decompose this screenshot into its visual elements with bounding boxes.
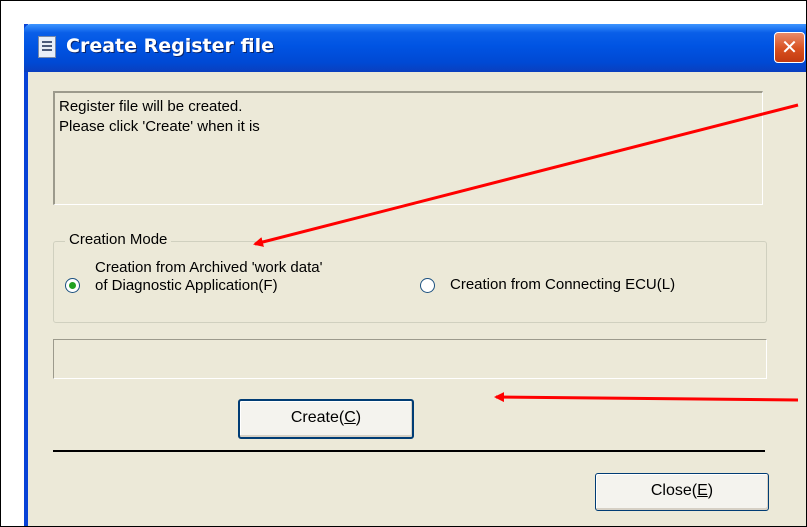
- annotation-arrow-to-create-button: [494, 392, 799, 403]
- annotation-arrows: [253, 103, 799, 403]
- annotation-arrow-to-creation-mode: [253, 103, 799, 247]
- screenshot-frame: Create Register file ✕ Register file wil…: [0, 0, 807, 527]
